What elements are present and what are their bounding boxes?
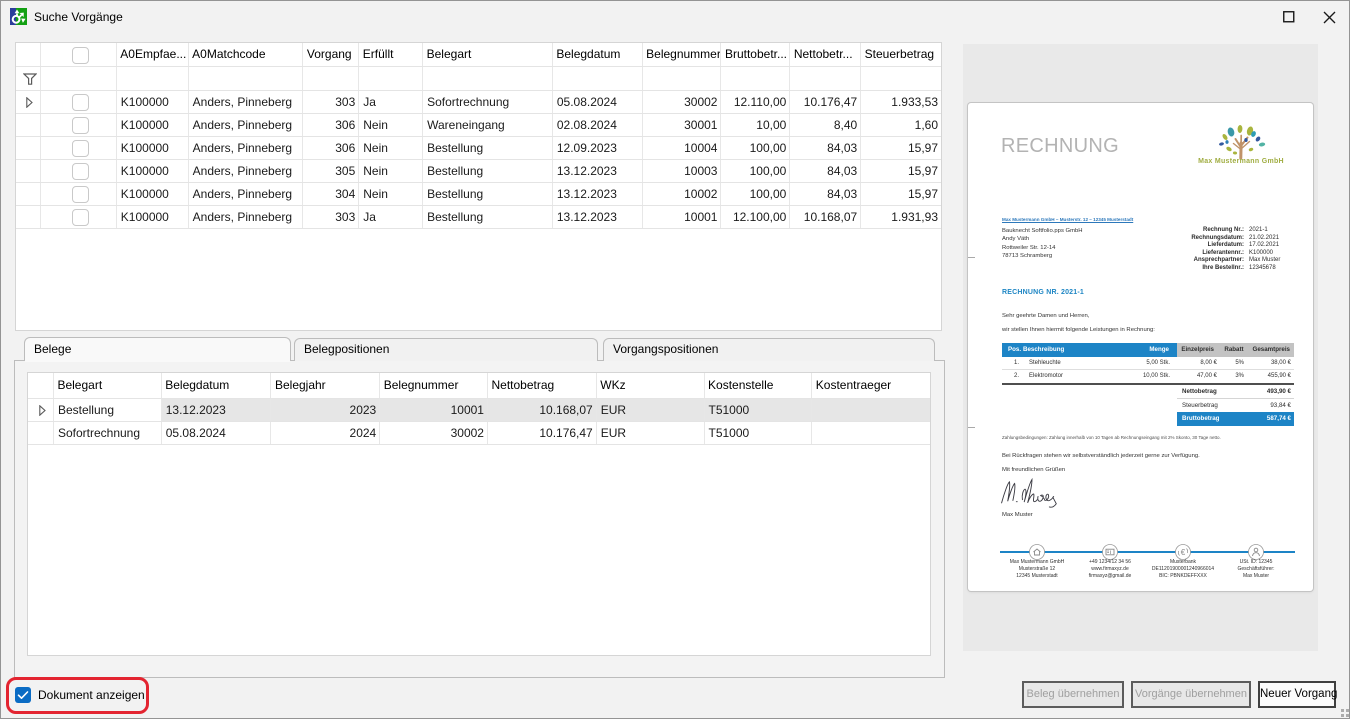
svg-text:€: €	[1181, 548, 1186, 557]
